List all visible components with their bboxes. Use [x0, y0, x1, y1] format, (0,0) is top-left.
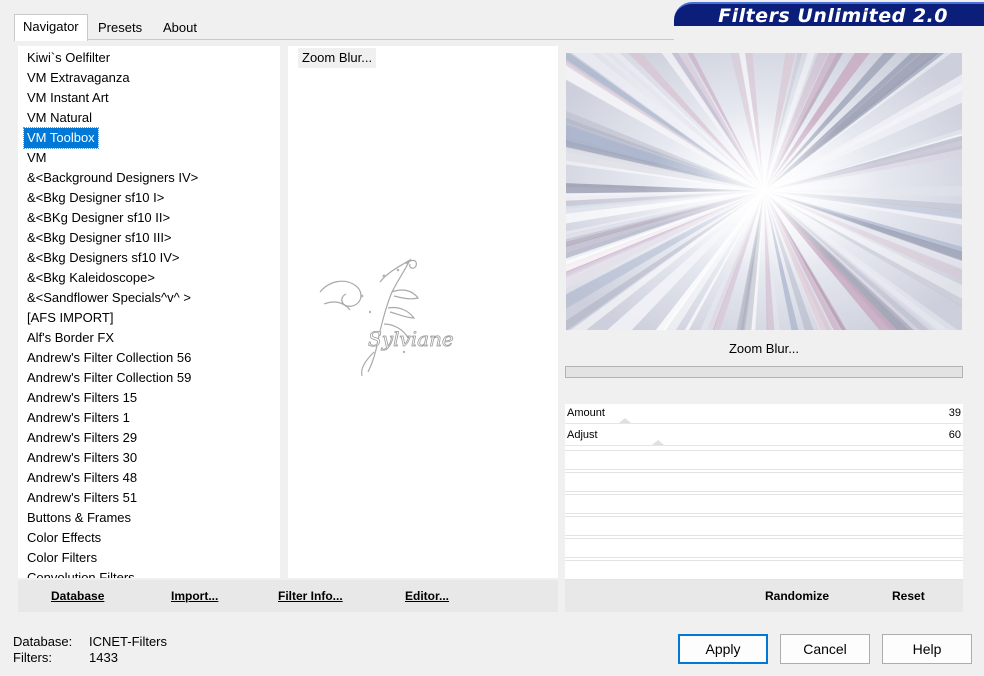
right-toolbar: Randomize Reset: [565, 580, 963, 612]
watermark-text: Sylviane: [368, 327, 454, 351]
param-amount-slider-thumb[interactable]: [619, 418, 631, 423]
category-item[interactable]: Andrew's Filters 51: [24, 488, 140, 508]
category-item[interactable]: Andrew's Filters 15: [24, 388, 140, 408]
param-adjust-value: 60: [948, 429, 961, 441]
category-item[interactable]: VM Instant Art: [24, 88, 112, 108]
category-item[interactable]: Alf's Border FX: [24, 328, 117, 348]
left-toolbar: Database Import... Filter Info... Editor…: [18, 580, 558, 612]
category-item[interactable]: &<Bkg Designer sf10 I>: [24, 188, 167, 208]
param-slot-empty: [565, 538, 963, 558]
app-title: Filters Unlimited 2.0: [718, 5, 948, 27]
apply-button[interactable]: Apply: [678, 634, 768, 664]
param-slot-empty: [565, 450, 963, 470]
import-button[interactable]: Import...: [171, 589, 218, 603]
category-item[interactable]: Kiwi`s Oelfilter: [24, 48, 113, 68]
category-item[interactable]: &<Bkg Designers sf10 IV>: [24, 248, 182, 268]
param-slot-empty: [565, 516, 963, 536]
category-item[interactable]: Andrew's Filter Collection 56: [24, 348, 194, 368]
category-item[interactable]: Andrew's Filters 48: [24, 468, 140, 488]
category-item[interactable]: VM Natural: [24, 108, 95, 128]
tab-presets[interactable]: Presets: [92, 18, 148, 40]
category-item[interactable]: Andrew's Filter Collection 59: [24, 368, 194, 388]
preview-progress-bar: [565, 366, 963, 378]
category-item[interactable]: VM: [24, 148, 50, 168]
param-amount[interactable]: Amount 39: [565, 404, 963, 424]
category-item[interactable]: Andrew's Filters 1: [24, 408, 133, 428]
watermark-signature: Sylviane: [310, 252, 470, 382]
category-item[interactable]: &<Background Designers IV>: [24, 168, 201, 188]
status-filters-label: Filters:: [13, 650, 52, 665]
category-item[interactable]: &<Bkg Kaleidoscope>: [24, 268, 158, 288]
param-adjust-slider-thumb[interactable]: [652, 440, 664, 445]
database-button[interactable]: Database: [51, 589, 104, 603]
tab-divider: [14, 39, 674, 40]
randomize-button[interactable]: Randomize: [765, 589, 829, 603]
app-banner: Filters Unlimited 2.0: [674, 2, 984, 27]
filter-info-button[interactable]: Filter Info...: [278, 589, 343, 603]
tab-navigator[interactable]: Navigator: [14, 14, 88, 41]
category-list[interactable]: Kiwi`s Oelfilter VM Extravaganza VM Inst…: [18, 46, 280, 578]
category-item[interactable]: Color Effects: [24, 528, 104, 548]
help-button[interactable]: Help: [882, 634, 972, 664]
param-slot-empty: [565, 494, 963, 514]
param-slot-empty: [565, 472, 963, 492]
category-item[interactable]: &<Sandflower Specials^v^ >: [24, 288, 194, 308]
category-item[interactable]: VM Extravaganza: [24, 68, 133, 88]
param-slot-empty: [565, 560, 963, 580]
status-database-label: Database:: [13, 634, 73, 649]
category-item[interactable]: Convolution Filters: [24, 568, 138, 578]
category-item[interactable]: [AFS IMPORT]: [24, 308, 116, 328]
editor-button[interactable]: Editor...: [405, 589, 449, 603]
status-filters-value: 1433: [89, 650, 118, 665]
category-item[interactable]: &<Bkg Designer sf10 III>: [24, 228, 175, 248]
category-item[interactable]: Buttons & Frames: [24, 508, 134, 528]
category-item[interactable]: &<BKg Designer sf10 II>: [24, 208, 173, 228]
param-adjust-label: Adjust: [567, 429, 598, 441]
category-item[interactable]: Andrew's Filters 29: [24, 428, 140, 448]
filter-item-zoom-blur[interactable]: Zoom Blur...: [298, 48, 377, 68]
category-item-selected[interactable]: VM Toolbox: [23, 127, 99, 149]
category-item[interactable]: Andrew's Filters 30: [24, 448, 140, 468]
tab-about[interactable]: About: [157, 18, 203, 40]
preview-image: [566, 53, 962, 330]
status-database-value: ICNET-Filters: [89, 634, 167, 649]
param-amount-value: 39: [948, 407, 961, 419]
category-item[interactable]: Color Filters: [24, 548, 100, 568]
reset-button[interactable]: Reset: [892, 589, 925, 603]
parameter-panel: Amount 39 Adjust 60: [565, 404, 963, 580]
param-adjust[interactable]: Adjust 60: [565, 426, 963, 446]
cancel-button[interactable]: Cancel: [780, 634, 870, 664]
preview-filter-name: Zoom Blur...: [565, 336, 963, 362]
param-amount-label: Amount: [567, 407, 605, 419]
